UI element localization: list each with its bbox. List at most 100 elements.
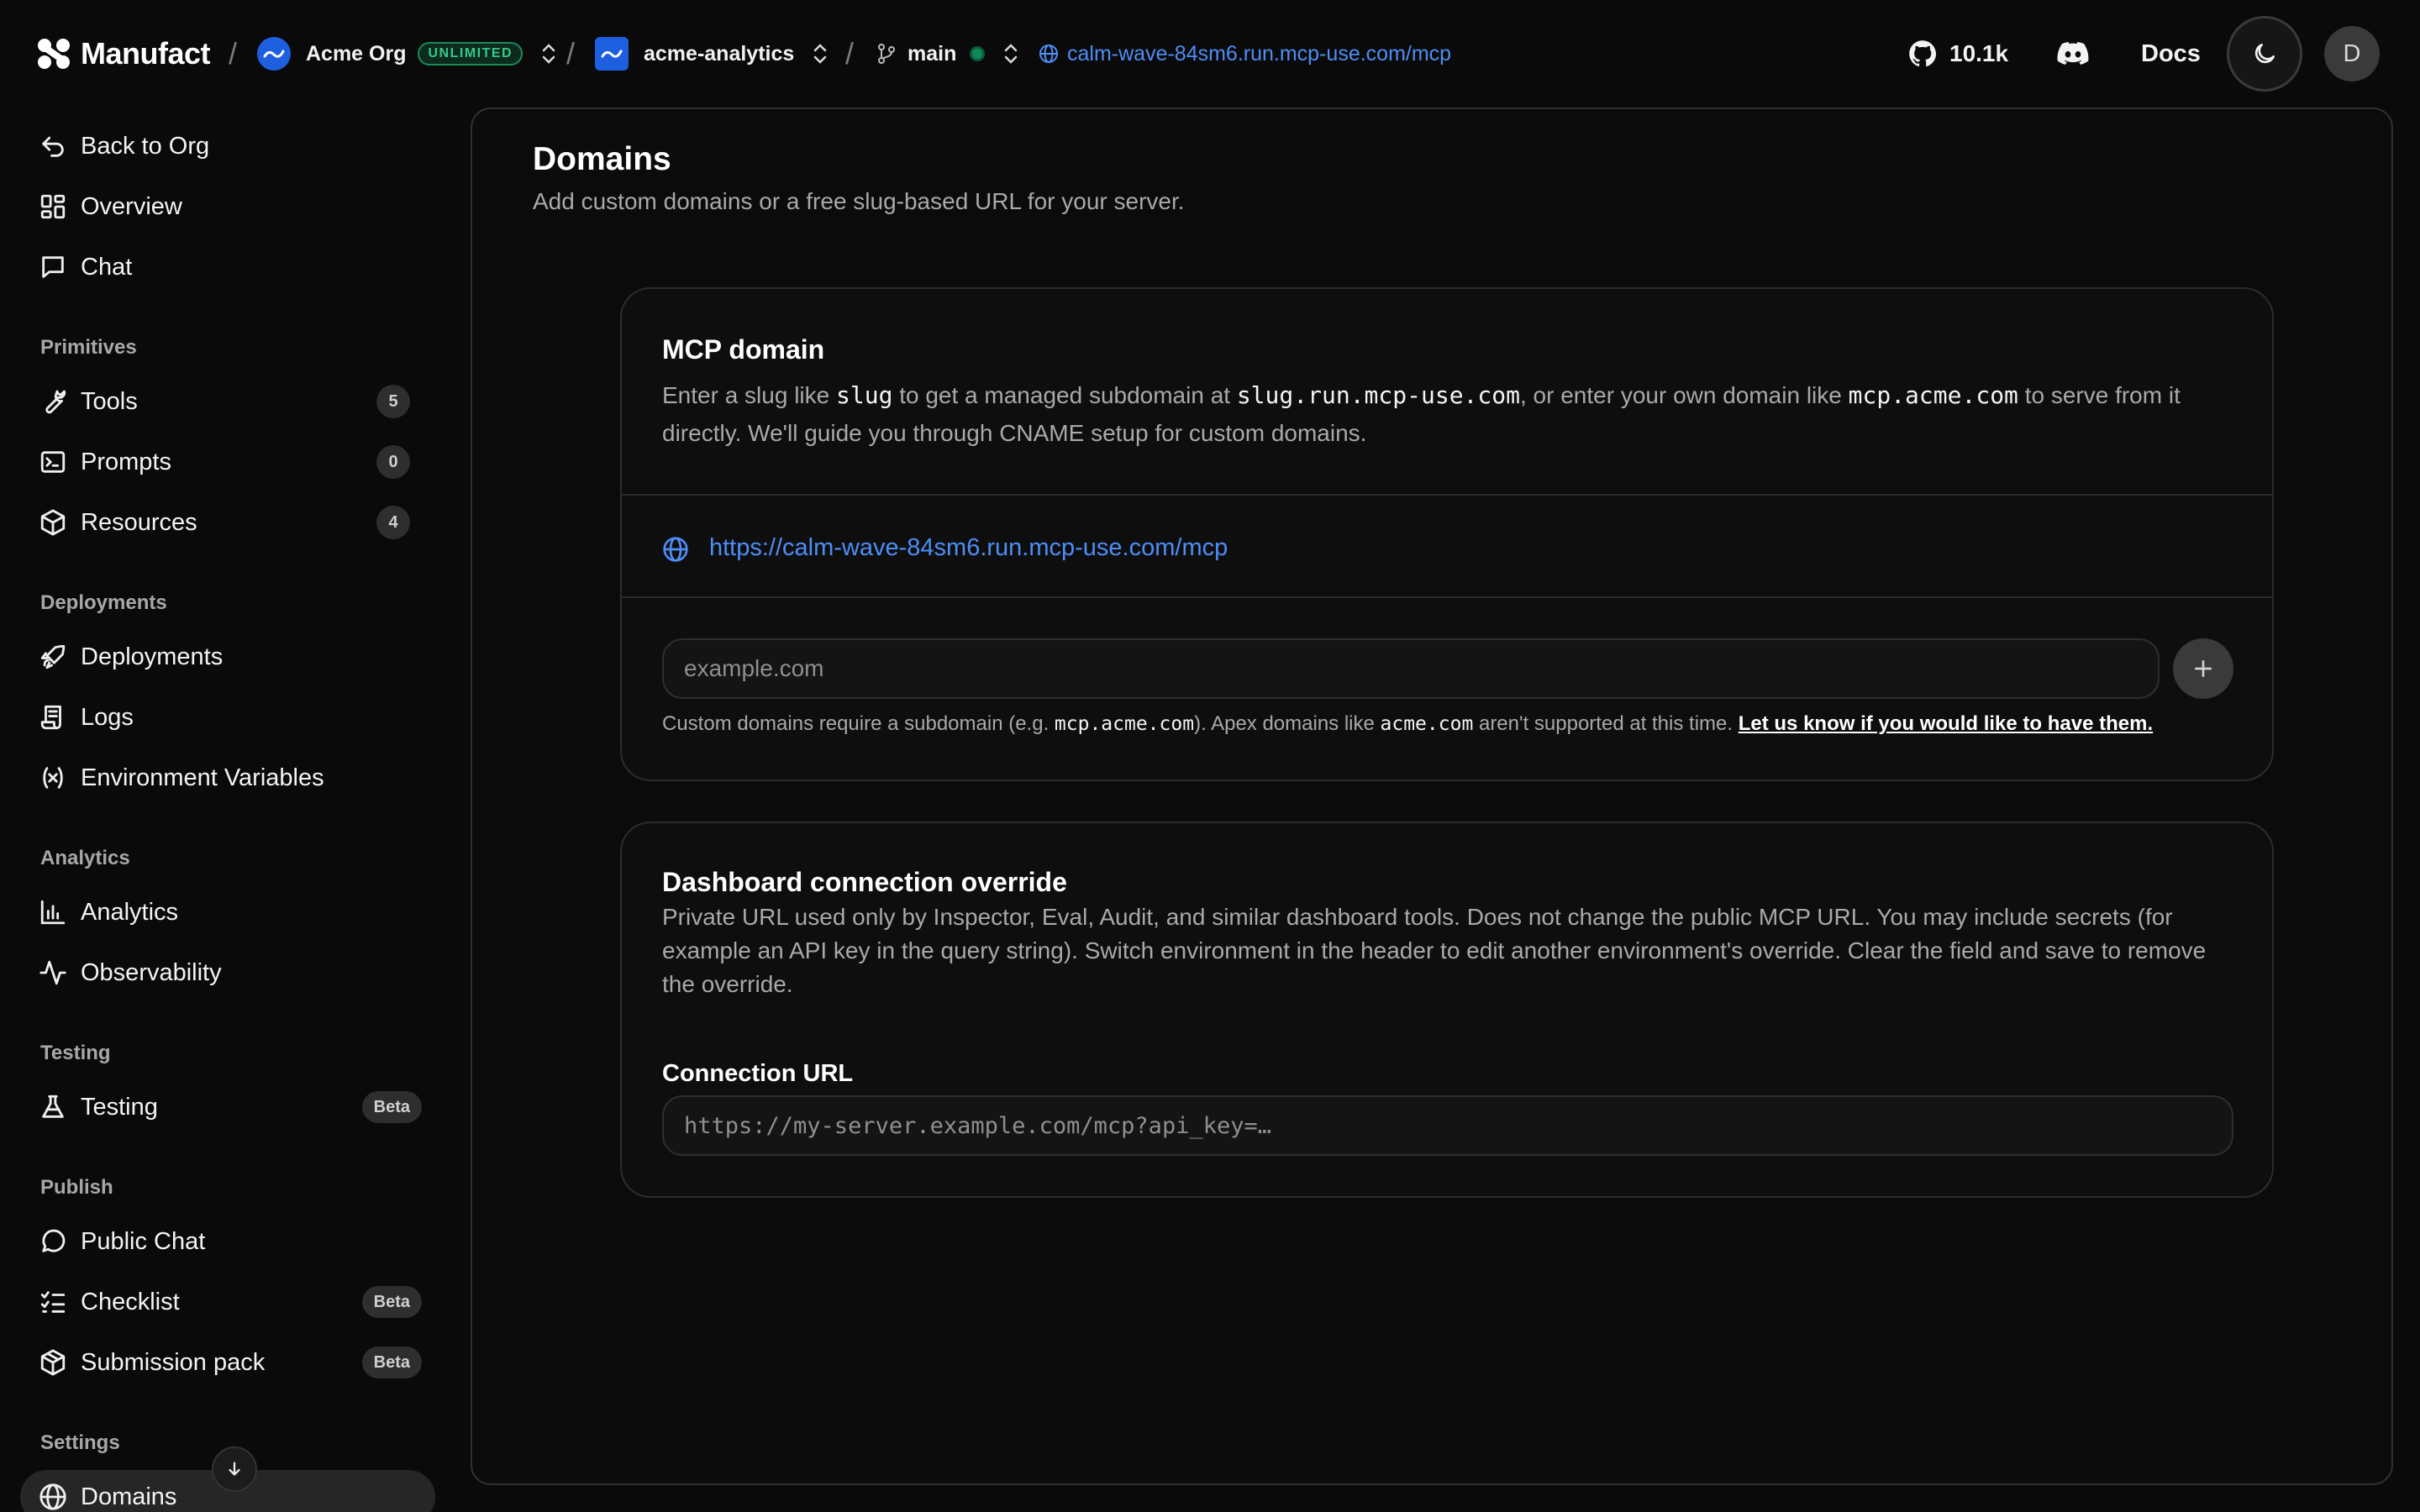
sidebar-item-tools[interactable]: Tools 5 — [20, 375, 435, 428]
brand-link[interactable]: Manufact — [35, 0, 211, 108]
page-subtitle: Add custom domains or a free slug-based … — [533, 188, 1185, 214]
section-heading-primitives: Primitives — [40, 336, 137, 359]
sidebar-item-label: Domains — [81, 1483, 177, 1510]
sidebar-item-label: Observability — [81, 958, 222, 986]
docs-link[interactable]: Docs — [2141, 0, 2201, 108]
connection-override-card: Dashboard connection override Private UR… — [620, 822, 2274, 1198]
section-heading-deployments: Deployments — [40, 591, 167, 614]
moon-icon — [2251, 40, 2278, 67]
sidebar-item-label: Logs — [81, 703, 134, 731]
section-heading-analytics: Analytics — [40, 847, 130, 869]
sidebar-item-label: Overview — [81, 192, 182, 220]
git-branch-icon — [877, 43, 896, 65]
globe-icon — [662, 536, 689, 563]
request-apex-domains-link[interactable]: Let us know if you would like to have th… — [1739, 712, 2153, 735]
server-url: calm-wave-84sm6.run.mcp-use.com/mcp — [1067, 41, 1452, 66]
manufact-logo-icon — [35, 37, 72, 71]
sidebar-item-checklist[interactable]: Checklist Beta — [20, 1275, 435, 1329]
main-panel: Domains Add custom domains or a free slu… — [471, 108, 2393, 1485]
sidebar-item-label: Checklist — [81, 1288, 180, 1315]
message-circle-icon — [39, 1227, 67, 1256]
divider — [622, 596, 2272, 598]
sidebar-item-testing[interactable]: Testing Beta — [20, 1080, 435, 1134]
wrench-icon — [39, 387, 67, 416]
undo-arrow-icon — [39, 132, 67, 160]
mcp-domain-card: MCP domain Enter a slug like slug to get… — [620, 287, 2274, 781]
sidebar-item-submission-pack[interactable]: Submission pack Beta — [20, 1336, 435, 1389]
sidebar-item-label: Tools — [81, 387, 138, 415]
scroll-text-icon — [39, 703, 67, 732]
current-domain-link[interactable]: https://calm-wave-84sm6.run.mcp-use.com/… — [709, 534, 1228, 562]
chevron-updown-icon — [813, 42, 828, 66]
back-to-org-link[interactable]: Back to Org — [20, 119, 435, 173]
sidebar-item-label: Testing — [81, 1093, 158, 1121]
sidebar-item-logs[interactable]: Logs — [20, 690, 435, 744]
sidebar-item-deployments[interactable]: Deployments — [20, 630, 435, 684]
discord-link[interactable] — [2057, 0, 2089, 108]
connection-url-input[interactable]: https://my-server.example.com/mcp?api_ke… — [662, 1095, 2233, 1156]
org-name: Acme Org — [306, 41, 407, 66]
package-check-icon — [39, 1348, 67, 1377]
beta-badge: Beta — [361, 1286, 422, 1318]
rocket-icon — [39, 643, 67, 671]
globe-icon — [39, 1483, 67, 1511]
activity-icon — [39, 958, 67, 987]
user-menu[interactable]: D — [2324, 0, 2380, 108]
sidebar-item-analytics[interactable]: Analytics — [20, 885, 435, 939]
sidebar: Back to Org Overview Chat Primitives Too… — [0, 108, 454, 1512]
brand-name: Manufact — [81, 36, 211, 71]
avatar: D — [2324, 26, 2380, 81]
variable-icon — [39, 764, 67, 792]
back-to-org-label: Back to Org — [81, 132, 210, 160]
sidebar-item-label: Prompts — [81, 448, 171, 475]
list-checks-icon — [39, 1288, 67, 1316]
server-url-link[interactable]: calm-wave-84sm6.run.mcp-use.com/mcp — [1039, 0, 1451, 108]
divider — [622, 494, 2272, 496]
scroll-down-button[interactable] — [212, 1446, 257, 1492]
theme-toggle[interactable] — [2227, 0, 2302, 108]
sidebar-item-chat[interactable]: Chat — [20, 240, 435, 294]
section-heading-testing: Testing — [40, 1042, 111, 1064]
sidebar-item-public-chat[interactable]: Public Chat — [20, 1215, 435, 1268]
sidebar-item-environment-variables[interactable]: Environment Variables — [20, 751, 435, 805]
chevron-updown-icon — [541, 42, 556, 66]
branch-name: main — [908, 41, 957, 66]
breadcrumb-separator: / — [229, 36, 238, 71]
add-domain-button[interactable] — [2173, 638, 2233, 699]
project-switcher[interactable]: acme-analytics — [595, 0, 828, 108]
breadcrumb-separator: / — [845, 36, 855, 71]
sidebar-item-label: Deployments — [81, 643, 224, 670]
breadcrumb-separator: / — [566, 36, 576, 71]
chevron-updown-icon — [1003, 42, 1018, 66]
card-title: MCP domain — [662, 334, 825, 365]
terminal-icon — [39, 448, 67, 476]
sidebar-item-prompts[interactable]: Prompts 0 — [20, 435, 435, 489]
sidebar-item-overview[interactable]: Overview — [20, 180, 435, 234]
project-name: acme-analytics — [644, 41, 795, 66]
theme-toggle-button[interactable] — [2227, 16, 2302, 92]
sidebar-item-label: Chat — [81, 253, 133, 281]
org-switcher[interactable]: Acme Org UNLIMITED — [257, 0, 556, 108]
resources-count-badge: 4 — [376, 506, 410, 539]
github-star-count: 10.1k — [1949, 40, 2009, 66]
card-description: Enter a slug like slug to get a managed … — [662, 381, 2181, 446]
beta-badge: Beta — [361, 1347, 422, 1378]
card-description: Private URL used only by Inspector, Eval… — [662, 904, 2207, 997]
domain-input[interactable]: example.com — [662, 638, 2160, 699]
discord-icon — [2057, 41, 2089, 66]
sidebar-item-observability[interactable]: Observability — [20, 946, 435, 1000]
flask-icon — [39, 1093, 67, 1121]
section-heading-settings: Settings — [40, 1431, 120, 1454]
sidebar-item-label: Public Chat — [81, 1227, 206, 1255]
card-title: Dashboard connection override — [662, 867, 1067, 897]
chat-icon — [39, 253, 67, 281]
sidebar-item-label: Environment Variables — [81, 764, 324, 791]
sidebar-item-resources[interactable]: Resources 4 — [20, 496, 435, 549]
github-link[interactable]: 10.1k — [1907, 0, 2008, 108]
github-icon — [1907, 39, 1938, 69]
branch-switcher[interactable]: main — [877, 0, 1018, 108]
sidebar-item-label: Analytics — [81, 898, 179, 926]
page-title: Domains — [533, 141, 671, 177]
arrow-down-icon — [225, 1460, 244, 1478]
globe-icon — [1039, 44, 1059, 64]
